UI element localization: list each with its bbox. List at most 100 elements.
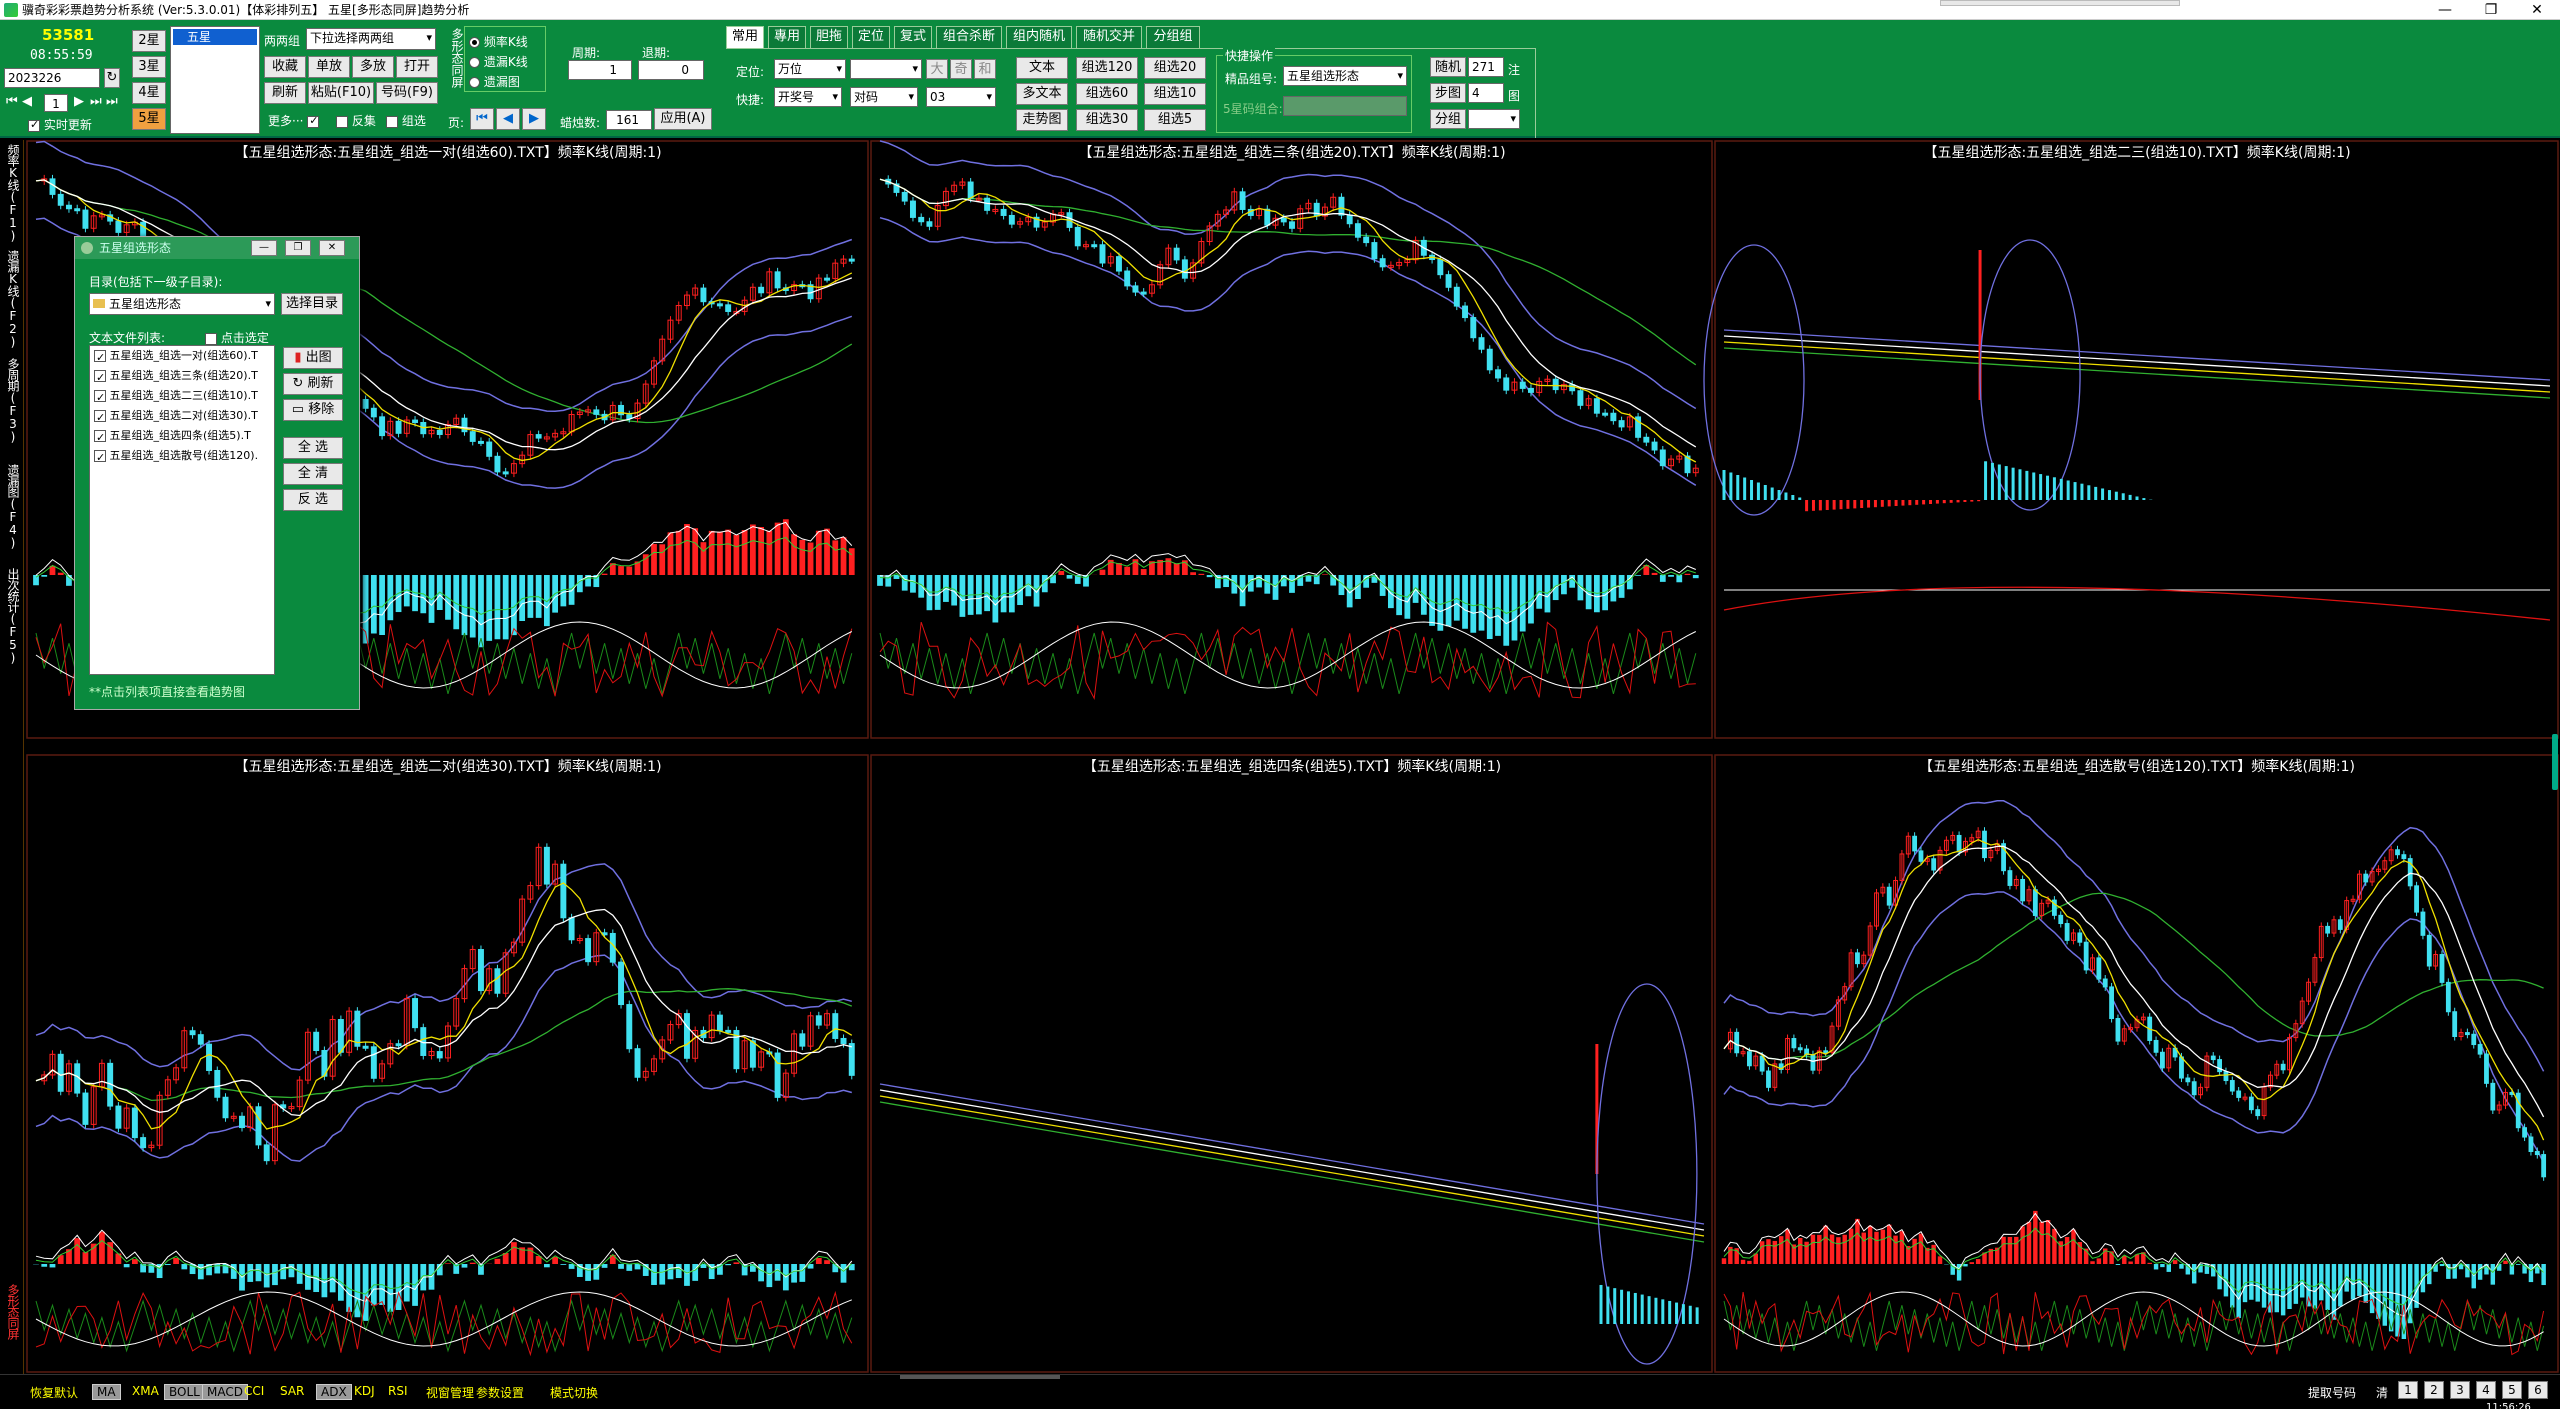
apply-button[interactable]: 应用(A) (654, 108, 712, 130)
dialog-refresh-button[interactable]: ↻ 刷新 (283, 373, 343, 395)
vtab-multi-form[interactable]: 多形态同屏(F6) (0, 1284, 22, 1388)
minimize-button[interactable]: — (2422, 2, 2468, 18)
btn-sum[interactable]: 和 (974, 59, 996, 79)
dir-select[interactable]: 五星组选形态 (89, 293, 275, 315)
refresh-small-button[interactable]: ↻ (104, 68, 120, 88)
realtime-check-icon[interactable] (28, 118, 40, 132)
page-btn-6[interactable]: 6 (2528, 1381, 2548, 1399)
quick-select-2[interactable]: 对码 (850, 87, 918, 107)
indicator-6[interactable]: SAR (280, 1384, 304, 1398)
split-button[interactable]: 分组 (1430, 109, 1466, 129)
tab-dantuo[interactable]: 胆拖 (810, 26, 848, 48)
page-btn-5[interactable]: 5 (2502, 1381, 2522, 1399)
quick-select-1[interactable]: 开奖号 (774, 87, 842, 107)
btn-trend[interactable]: 走势图 (1016, 109, 1068, 131)
btn-multi-text[interactable]: 多文本 (1016, 83, 1068, 105)
scroll-thumb[interactable] (2552, 734, 2558, 790)
btn-paste[interactable]: 粘贴(F10) (308, 82, 374, 104)
maximize-button[interactable]: ❐ (2468, 2, 2514, 18)
locate-select[interactable]: 万位 (774, 59, 846, 79)
file-check-icon[interactable] (94, 368, 106, 388)
list-item[interactable]: 五星组选_组选四条(组选5).T (90, 426, 274, 448)
five-star-input[interactable] (1283, 96, 1407, 116)
btn-grp20[interactable]: 组选20 (1144, 57, 1206, 79)
tab-group[interactable]: 分组组 (1146, 26, 1200, 48)
btn-grp120[interactable]: 组选120 (1076, 57, 1138, 79)
list-item[interactable]: 五星组选_组选散号(组选120). (90, 446, 274, 468)
file-check-icon[interactable] (94, 388, 106, 408)
star-button-4[interactable]: 4星 (132, 82, 166, 104)
file-list[interactable]: 五星组选_组选一对(组选60).T 五星组选_组选三条(组选20).T 五星组选… (89, 345, 275, 675)
page-next-icon[interactable]: ▶ (522, 108, 546, 130)
file-check-icon[interactable] (94, 428, 106, 448)
last-icon[interactable]: ⏭ (106, 94, 118, 109)
btn-text[interactable]: 文本 (1016, 57, 1068, 79)
candle-input[interactable]: 161 (606, 110, 652, 130)
choose-dir-button[interactable]: 选择目录 (281, 293, 343, 315)
vtab-miss-k[interactable]: 遗漏K线(F2) (2, 250, 22, 354)
close-button[interactable]: ✕ (2514, 2, 2560, 18)
indicator-9[interactable]: RSI (388, 1384, 408, 1398)
star-button-5[interactable]: 5星 (132, 108, 166, 130)
step-input[interactable]: 4 (1468, 83, 1504, 103)
indicator-5[interactable]: CCI (244, 1384, 264, 1398)
page-btn-4[interactable]: 4 (2476, 1381, 2496, 1399)
dialog-maximize-button[interactable]: ❐ (285, 240, 311, 256)
split-select[interactable] (1468, 109, 1520, 129)
tab-random-in-group[interactable]: 组内随机 (1006, 26, 1072, 48)
radio-miss-chart[interactable]: 遗漏图 (469, 73, 520, 90)
back-input[interactable]: 0 (638, 60, 704, 80)
tab-compound[interactable]: 复式 (894, 26, 932, 48)
next-icon[interactable]: ▶ (74, 94, 84, 109)
list-item[interactable]: 五星组选_组选三条(组选20).T (90, 366, 274, 388)
indicator-11[interactable]: 参数设置 (476, 1384, 524, 1401)
click-select-check-icon[interactable] (205, 332, 217, 345)
vtab-freq-k[interactable]: 频率K线(F1) (2, 144, 22, 248)
btn-favorite[interactable]: 收藏 (264, 56, 306, 78)
radio-miss-k[interactable]: 遗漏K线 (469, 53, 528, 70)
realtime-checkbox[interactable]: 实时更新 (28, 116, 92, 133)
btn-grp60[interactable]: 组选60 (1076, 83, 1138, 105)
btn-grp30[interactable]: 组选30 (1076, 109, 1138, 131)
random-input[interactable]: 271 (1468, 57, 1504, 77)
next2-icon[interactable]: ⏭ (90, 94, 102, 109)
tab-random-join[interactable]: 随机交并 (1076, 26, 1142, 48)
dialog-close-button[interactable]: ✕ (319, 240, 345, 256)
period-input[interactable]: 1 (568, 60, 632, 80)
btn-odd[interactable]: 奇 (950, 59, 972, 79)
fanji-check-icon[interactable] (336, 115, 348, 128)
fetch-number-label[interactable]: 提取号码 (2308, 1384, 2356, 1401)
list-item[interactable]: 五星 (173, 29, 257, 45)
pair-group-select[interactable]: 下拉选择两两组 (306, 28, 436, 50)
vtab-miss-chart[interactable]: 遗漏图(F4) (2, 464, 22, 568)
radio-misschart-icon[interactable] (469, 77, 480, 88)
bottom-scrollbar[interactable] (900, 1375, 1060, 1379)
invert-button[interactable]: 反 选 (283, 489, 343, 511)
random-button[interactable]: 随机 (1430, 57, 1466, 77)
page-btn-3[interactable]: 3 (2450, 1381, 2470, 1399)
indicator-10[interactable]: 视窗管理 (426, 1384, 474, 1401)
indicator-4[interactable]: MACD (202, 1384, 248, 1400)
step-button[interactable]: 步图 (1430, 83, 1466, 103)
locate-sub-select[interactable] (850, 59, 922, 79)
indicator-1[interactable]: MA (92, 1384, 121, 1400)
chart-out-button[interactable]: ▮ 出图 (283, 347, 343, 369)
radio-miss-icon[interactable] (469, 57, 480, 68)
page-prev-icon[interactable]: ◀ (496, 108, 520, 130)
dialog-minimize-button[interactable]: — (251, 240, 277, 256)
btn-refresh[interactable]: 刷新 (264, 82, 306, 104)
first-icon[interactable]: ⏮ (6, 94, 18, 109)
clear-label[interactable]: 清 (2376, 1384, 2388, 1401)
tab-combine-kill[interactable]: 组合杀断 (936, 26, 1002, 48)
indicator-8[interactable]: KDJ (354, 1384, 375, 1398)
btn-multi[interactable]: 多放 (352, 56, 394, 78)
remove-button[interactable]: ▭ 移除 (283, 399, 343, 421)
more-check-icon[interactable] (307, 114, 320, 128)
btn-grp5[interactable]: 组选5 (1144, 109, 1206, 131)
btn-number[interactable]: 号码(F9) (376, 82, 438, 104)
indicator-12[interactable]: 模式切换 (550, 1384, 598, 1401)
zuxuan-check-icon[interactable] (386, 115, 398, 128)
btn-big[interactable]: 大 (926, 59, 948, 79)
page-first-icon[interactable]: ⏮ (470, 108, 494, 130)
star-list[interactable]: 五星 (170, 26, 260, 134)
